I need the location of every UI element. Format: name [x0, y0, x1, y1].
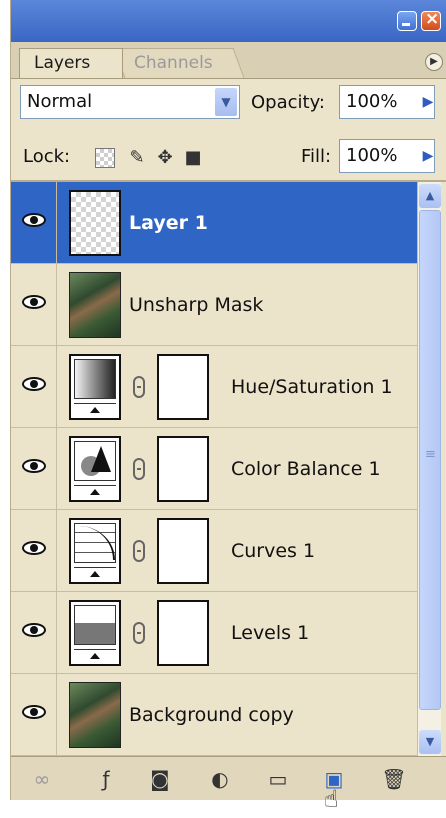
layer-style-icon[interactable]: ƒ — [93, 767, 119, 791]
eye-icon[interactable] — [22, 295, 46, 309]
eye-icon[interactable] — [22, 377, 46, 391]
blend-row: Normal ▼ Opacity: 100% ▶ — [11, 80, 446, 128]
hand-pointer-icon: ☝ — [324, 785, 339, 813]
blend-mode-value: Normal — [27, 91, 93, 112]
eye-icon[interactable] — [22, 213, 46, 227]
color-balance-graph — [74, 441, 116, 481]
layer-name: Unsharp Mask — [129, 294, 264, 316]
layers-scrollbar[interactable]: ▲ ▼ — [417, 182, 441, 756]
chain-link-icon[interactable] — [133, 376, 145, 398]
opacity-value: 100% — [346, 91, 398, 112]
eye-icon[interactable] — [22, 541, 46, 555]
minimize-button[interactable] — [397, 11, 417, 31]
adjustment-thumbnail — [69, 518, 121, 584]
eye-icon[interactable] — [22, 459, 46, 473]
layer-thumbnail-photo — [69, 682, 121, 748]
layer-name: Layer 1 — [129, 212, 208, 234]
adjustment-layer-icon[interactable]: ◐ — [207, 767, 233, 791]
layer-row-hue-saturation[interactable]: Hue/Saturation 1 — [11, 346, 417, 428]
tab-channels[interactable]: Channels — [113, 48, 245, 78]
fill-slider-button[interactable]: ▶ — [417, 139, 439, 173]
scroll-up-button[interactable]: ▲ — [419, 184, 441, 208]
panel-tabs: Channels Layers — [11, 42, 446, 79]
layer-row-unsharp-mask[interactable]: Unsharp Mask — [11, 264, 417, 346]
opacity-label: Opacity: — [251, 92, 325, 113]
layers-list: Layer 1 Unsharp Mask Hue/Saturation 1 Co… — [11, 182, 417, 756]
add-mask-icon[interactable]: ◙ — [147, 767, 173, 791]
chain-link-icon[interactable] — [133, 540, 145, 562]
lock-transparency-icon[interactable] — [95, 148, 115, 168]
layer-row-levels[interactable]: Levels 1 — [11, 592, 417, 674]
layer-mask-thumbnail — [157, 354, 209, 420]
hue-saturation-graph — [74, 359, 116, 399]
lock-label: Lock: — [23, 146, 71, 167]
lock-position-move-icon[interactable]: ✥ — [155, 148, 175, 168]
visibility-cell[interactable] — [11, 428, 57, 510]
layer-row-color-balance[interactable]: Color Balance 1 — [11, 428, 417, 510]
visibility-cell[interactable] — [11, 592, 57, 674]
close-button[interactable] — [421, 9, 441, 31]
slider-bar — [74, 567, 116, 578]
lock-all-icon[interactable]: ■ — [183, 148, 203, 168]
fill-value: 100% — [346, 145, 398, 166]
title-bar — [11, 0, 446, 42]
layer-thumbnail-photo — [69, 272, 121, 338]
blend-mode-select[interactable]: Normal ▼ — [20, 85, 240, 119]
adjustment-thumbnail — [69, 600, 121, 666]
tab-channels-label: Channels — [134, 53, 213, 73]
chain-link-icon[interactable] — [133, 622, 145, 644]
layer-name: Hue/Saturation 1 — [231, 376, 393, 398]
eye-icon[interactable] — [22, 623, 46, 637]
slider-bar — [74, 403, 116, 414]
chain-link-icon[interactable] — [133, 458, 145, 480]
scroll-thumb[interactable] — [419, 210, 441, 710]
layer-mask-thumbnail — [157, 436, 209, 502]
lock-pixels-brush-icon[interactable]: ✎ — [127, 148, 147, 168]
layers-panel: Channels Layers ▶ Normal ▼ Opacity: 100%… — [10, 0, 446, 800]
panel-bottom-toolbar: ∞ ƒ ◙ ◐ ▭ ▣ 🗑 — [11, 756, 446, 800]
chevron-down-icon[interactable]: ▼ — [215, 88, 237, 116]
trash-icon[interactable]: 🗑 — [381, 767, 407, 791]
new-group-icon[interactable]: ▭ — [265, 767, 291, 791]
visibility-cell[interactable] — [11, 264, 57, 346]
visibility-cell[interactable] — [11, 510, 57, 592]
tab-layers-label: Layers — [34, 53, 91, 73]
visibility-cell[interactable] — [11, 674, 57, 756]
link-layers-icon[interactable]: ∞ — [29, 767, 55, 791]
fill-label: Fill: — [301, 146, 332, 167]
opacity-slider-button[interactable]: ▶ — [417, 85, 439, 119]
slider-bar — [74, 485, 116, 496]
lock-row: Lock: ✎ ✥ ■ Fill: 100% ▶ — [11, 134, 446, 178]
layer-mask-thumbnail — [157, 518, 209, 584]
slider-bar — [74, 649, 116, 660]
visibility-cell[interactable] — [11, 182, 57, 264]
layer-mask-thumbnail — [157, 600, 209, 666]
eye-icon[interactable] — [22, 705, 46, 719]
adjustment-thumbnail — [69, 436, 121, 502]
layer-name: Color Balance 1 — [231, 458, 381, 480]
layer-row-background-copy[interactable]: Background copy — [11, 674, 417, 756]
tab-layers[interactable]: Layers — [19, 48, 123, 78]
layer-name: Curves 1 — [231, 540, 316, 562]
curves-graph — [74, 523, 116, 563]
visibility-cell[interactable] — [11, 346, 57, 428]
levels-histogram — [74, 605, 116, 645]
layer-name: Levels 1 — [231, 622, 310, 644]
adjustment-thumbnail — [69, 354, 121, 420]
layer-row-layer-1[interactable]: Layer 1 — [11, 182, 417, 264]
layer-name: Background copy — [129, 704, 294, 726]
scroll-down-button[interactable]: ▼ — [419, 730, 441, 754]
layer-row-curves[interactable]: Curves 1 — [11, 510, 417, 592]
panel-menu-button[interactable]: ▶ — [425, 53, 443, 71]
layer-thumbnail-transparent — [69, 190, 121, 256]
